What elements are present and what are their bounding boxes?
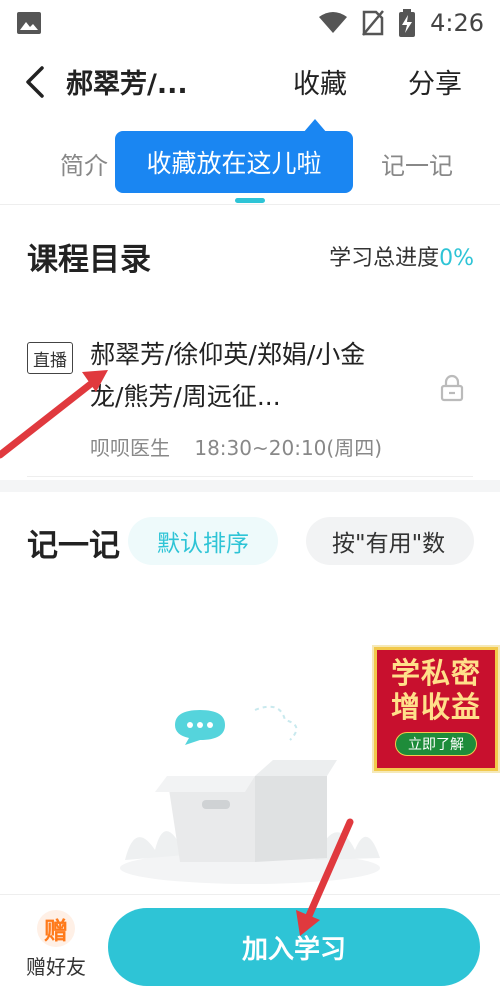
course-meta: 呗呗医生 18:30~20:10(周四) <box>90 432 382 461</box>
live-badge: 直播 <box>27 342 73 374</box>
battery-charging-icon <box>399 9 416 37</box>
tab-notes[interactable]: 记一记 <box>381 146 453 181</box>
course-list-item[interactable]: 直播 郝翠芳/徐仰英/郑娟/小金龙/熊芳/周远征... 呗呗医生 18:30~2… <box>0 320 500 470</box>
gift-to-friend-button[interactable]: 赠 赠好友 <box>18 910 94 980</box>
favorite-button[interactable]: 收藏 <box>293 62 347 101</box>
total-progress: 学习总进度0% <box>329 240 474 272</box>
no-sim-icon <box>362 10 385 36</box>
gift-label: 赠好友 <box>26 955 86 979</box>
clock-time: 4:26 <box>430 9 484 37</box>
top-app-bar: 郝翠芳/... 收藏 分享 <box>0 50 500 114</box>
sort-useful-button[interactable]: 按"有用"数 <box>306 517 474 565</box>
page-title: 郝翠芳/... <box>66 69 188 100</box>
ad-line-1: 学私密 <box>390 656 481 690</box>
divider <box>27 476 473 477</box>
lock-icon <box>440 374 464 402</box>
wifi-icon <box>319 12 348 33</box>
share-button[interactable]: 分享 <box>408 62 462 101</box>
join-study-button[interactable]: 加入学习 <box>108 908 480 986</box>
favorite-tooltip[interactable]: 收藏放在这儿啦 <box>115 131 353 193</box>
divider <box>0 204 500 205</box>
divider <box>0 894 500 895</box>
status-bar: 4:26 <box>0 0 500 46</box>
course-time: 18:30~20:10(周四) <box>194 436 382 460</box>
course-name: 郝翠芳/徐仰英/郑娟/小金龙/熊芳/周远征... <box>90 340 366 411</box>
course-catalog-title: 课程目录 <box>27 242 151 278</box>
gallery-icon <box>17 12 41 34</box>
ad-banner[interactable]: 学私密 增收益 立即了解 <box>374 647 498 771</box>
gift-icon: 赠 <box>37 910 75 947</box>
empty-box-illustration <box>120 705 380 884</box>
tab-intro[interactable]: 简介 <box>60 146 108 181</box>
course-teacher: 呗呗医生 <box>90 436 170 460</box>
progress-value: 0% <box>439 246 474 271</box>
back-arrow-icon[interactable] <box>20 62 54 102</box>
progress-label: 学习总进度 <box>329 246 440 271</box>
ad-line-2: 增收益 <box>390 690 481 724</box>
section-separator <box>0 480 500 492</box>
ad-learn-more-button[interactable]: 立即了解 <box>395 732 477 756</box>
sort-default-button[interactable]: 默认排序 <box>128 517 278 565</box>
notes-title: 记一记 <box>27 528 120 564</box>
tab-active-indicator <box>235 198 265 203</box>
